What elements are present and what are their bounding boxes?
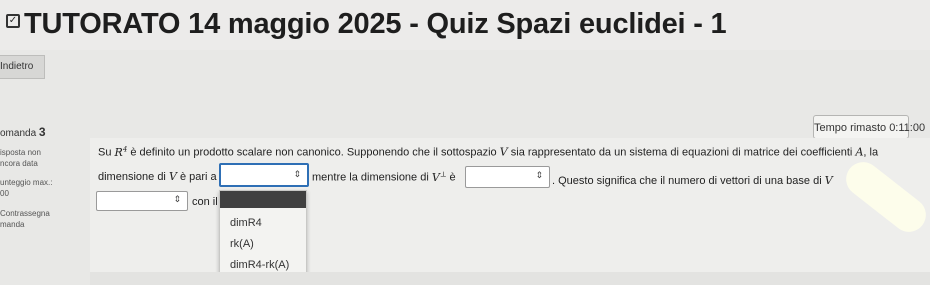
answer-select-2[interactable]: ⇕ (465, 166, 550, 188)
flag-question-link-2[interactable]: manda (0, 219, 90, 230)
dropdown-selected-row[interactable] (220, 191, 306, 208)
question-line-2-end: . Questo significa che il numero di vett… (552, 174, 833, 187)
question-line-2-mid: mentre la dimensione di V⊥ è (312, 170, 456, 184)
dropdown-option[interactable]: dimR4 (230, 217, 262, 229)
question-number-label: omanda 3 (0, 127, 46, 139)
updown-arrow-icon: ⇕ (535, 170, 543, 180)
points-value: 00 (0, 189, 9, 198)
timer-display: Tempo rimasto 0:11:00 (813, 115, 925, 139)
panel-bottom-bar (90, 272, 930, 285)
question-line-1: Su R4 è definito un prodotto scalare non… (98, 145, 879, 159)
answer-select-1[interactable]: ⇕ (219, 163, 309, 187)
updown-arrow-icon: ⇕ (173, 194, 181, 204)
status-text-2: ncora data (0, 159, 38, 168)
points-label: unteggio max.: (0, 178, 53, 187)
updown-arrow-icon: ⇕ (293, 169, 301, 179)
flag-question-link[interactable]: Contrassegna (0, 208, 90, 219)
title-bar: ✓ TUTORATO 14 maggio 2025 - Quiz Spazi e… (0, 0, 930, 50)
page-title: TUTORATO 14 maggio 2025 - Quiz Spazi euc… (24, 8, 727, 40)
dropdown-option[interactable]: rk(A) (230, 238, 254, 250)
question-line-2-start: dimensione di V è pari a (98, 170, 217, 183)
question-info-sidebar: omanda 3 isposta non ncora data unteggio… (0, 127, 90, 230)
quiz-icon: ✓ (6, 14, 20, 28)
answer-select-3[interactable]: ⇕ (96, 191, 188, 211)
status-text-1: isposta non (0, 148, 41, 157)
answer-dropdown-list: dimR4 rk(A) dimR4-rk(A) (219, 190, 307, 279)
question-content-panel (90, 138, 930, 285)
back-button[interactable]: Indietro (0, 55, 45, 79)
dropdown-option[interactable]: dimR4-rk(A) (230, 259, 289, 271)
question-line-3: con il (192, 196, 218, 208)
